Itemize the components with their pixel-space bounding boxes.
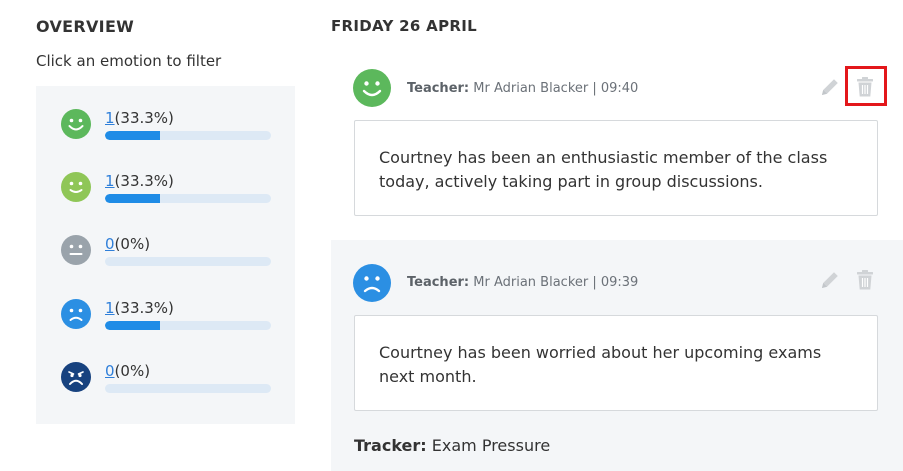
emotion-progress-bar: [105, 321, 271, 330]
emotion-progress-fill: [105, 131, 161, 140]
emotion-filter-sad[interactable]: 1(33.3%): [61, 299, 281, 339]
emotion-count-link[interactable]: 0: [105, 235, 115, 253]
emotion-progress-bar: [105, 384, 271, 393]
note-author-name: Mr Adrian Blacker | 09:40: [473, 81, 639, 96]
note-author: Teacher: Mr Adrian Blacker | 09:40: [407, 81, 638, 96]
emotion-progress-fill: [105, 321, 161, 330]
overview-title: OVERVIEW: [36, 17, 135, 36]
note-author-label: Teacher:: [407, 275, 470, 290]
emotion-filter-very-happy[interactable]: 1(33.3%): [61, 109, 281, 149]
emotion-progress-bar: [105, 257, 271, 266]
sad-face-icon[interactable]: [61, 299, 91, 329]
very-sad-face-icon[interactable]: [61, 362, 91, 392]
tracker-value: Exam Pressure: [431, 436, 551, 455]
trash-icon[interactable]: [853, 268, 877, 292]
tracker-line: Tracker: Exam Pressure: [354, 436, 550, 455]
very-happy-face-icon[interactable]: [61, 109, 91, 139]
happy-face-icon: [353, 69, 391, 107]
sad-face-icon: [353, 264, 391, 302]
emotion-percent: (33.3%): [114, 109, 174, 127]
emotion-count-link[interactable]: 1: [105, 299, 115, 317]
note-card: Teacher: Mr Adrian Blacker | 09:39 Court…: [331, 240, 903, 471]
emotion-count-link[interactable]: 0: [105, 362, 115, 380]
note-author-label: Teacher:: [407, 81, 470, 96]
overview-subtitle: Click an emotion to filter: [36, 52, 222, 70]
emotion-filter-neutral[interactable]: 0(0%): [61, 235, 281, 275]
tracker-label: Tracker:: [354, 436, 427, 455]
emotion-percent: (0%): [114, 235, 151, 253]
note-card: Teacher: Mr Adrian Blacker | 09:40 Court…: [331, 56, 903, 238]
happy-face-icon[interactable]: [61, 172, 91, 202]
emotion-percent: (33.3%): [114, 172, 174, 190]
emotion-progress-bar: [105, 194, 271, 203]
emotion-progress-bar: [105, 131, 271, 140]
emotion-filter-happy[interactable]: 1(33.3%): [61, 172, 281, 212]
note-author: Teacher: Mr Adrian Blacker | 09:39: [407, 275, 638, 290]
emotion-filter-very-sad[interactable]: 0(0%): [61, 362, 281, 402]
date-heading: FRIDAY 26 APRIL: [331, 17, 477, 35]
pencil-icon[interactable]: [818, 268, 842, 292]
emotion-count-link[interactable]: 1: [105, 109, 115, 127]
note-text: Courtney has been an enthusiastic member…: [354, 120, 878, 216]
neutral-face-icon[interactable]: [61, 235, 91, 265]
emotion-filter-panel: 1(33.3%) 1(33.3%) 0(0%) 1(33.3%) 0(0%): [36, 86, 295, 424]
note-text: Courtney has been worried about her upco…: [354, 315, 878, 411]
emotion-percent: (0%): [114, 362, 151, 380]
emotion-count-link[interactable]: 1: [105, 172, 115, 190]
pencil-icon[interactable]: [818, 75, 842, 99]
emotion-progress-fill: [105, 194, 161, 203]
note-author-name: Mr Adrian Blacker | 09:39: [473, 275, 639, 290]
emotion-percent: (33.3%): [114, 299, 174, 317]
delete-highlight-box: [845, 66, 887, 106]
